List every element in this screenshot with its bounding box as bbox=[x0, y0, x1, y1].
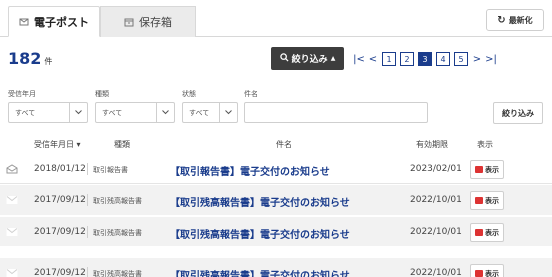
next-page-button[interactable]: > bbox=[470, 54, 484, 65]
chevron-down-icon bbox=[219, 103, 237, 122]
filter-toggle-label: 絞り込み bbox=[291, 55, 328, 65]
tab-bar: 電子ポスト 保存箱 ↻ 最新化 bbox=[0, 0, 552, 37]
category-select[interactable]: すべて bbox=[95, 102, 175, 123]
archive-box-icon bbox=[124, 17, 134, 27]
show-pdf-button[interactable]: 表示 bbox=[470, 223, 504, 242]
received-month-label: 受信年月 bbox=[8, 90, 36, 98]
row-expiry: 2023/02/01 bbox=[410, 164, 462, 174]
show-pdf-button[interactable]: 表示 bbox=[470, 160, 504, 179]
row-subject-link[interactable]: 【取引残高報告書】電子交付のお知らせ bbox=[170, 194, 350, 209]
filter-toggle-button[interactable]: 絞り込み ▲ bbox=[271, 47, 344, 70]
table-row[interactable]: 2017/09/12 取引残高報告書 【取引残高報告書】電子交付のお知らせ 20… bbox=[0, 185, 552, 215]
tab-label: 電子ポスト bbox=[34, 15, 89, 29]
page-button-4[interactable]: 4 bbox=[436, 52, 450, 66]
table-header: 受信年月日 ▾ 種類 件名 有効期限 表示 bbox=[0, 134, 552, 154]
chevron-down-icon bbox=[156, 103, 174, 122]
refresh-icon: ↻ bbox=[497, 14, 506, 26]
divider bbox=[87, 267, 88, 277]
first-page-button[interactable]: |< bbox=[352, 54, 366, 65]
status-label: 状態 bbox=[182, 90, 196, 98]
pdf-icon bbox=[475, 270, 483, 277]
show-pdf-button[interactable]: 表示 bbox=[470, 191, 504, 210]
received-month-select[interactable]: すべて bbox=[8, 102, 88, 123]
show-label: 表示 bbox=[485, 228, 499, 237]
search-icon bbox=[279, 52, 289, 65]
table-row[interactable]: 2018/01/12 取引報告書 【取引報告書】電子交付のお知らせ 2023/0… bbox=[0, 154, 552, 184]
table-row[interactable]: 2017/09/12 取引残高報告書 【取引残高報告書】電子交付のお知らせ 20… bbox=[0, 258, 552, 277]
page-button-3[interactable]: 3 bbox=[418, 52, 432, 66]
refresh-label: 最新化 bbox=[508, 15, 533, 25]
row-type: 取引報告書 bbox=[93, 166, 128, 174]
chevron-down-icon bbox=[69, 103, 87, 122]
status-select[interactable]: すべて bbox=[182, 102, 238, 123]
tab-label: 保存箱 bbox=[139, 16, 172, 29]
pdf-icon bbox=[475, 166, 483, 173]
mailbox-icon bbox=[19, 17, 29, 27]
row-date: 2017/09/12 bbox=[34, 195, 86, 205]
show-label: 表示 bbox=[485, 269, 499, 277]
page-button-5[interactable]: 5 bbox=[454, 52, 468, 66]
status-value: すべて bbox=[189, 108, 210, 117]
opened-envelope-icon bbox=[6, 164, 18, 174]
page-button-2[interactable]: 2 bbox=[400, 52, 414, 66]
pagination: |< < 1 2 3 4 5 > >| bbox=[352, 51, 498, 67]
last-page-button[interactable]: >| bbox=[484, 54, 498, 65]
row-expiry: 2022/10/01 bbox=[410, 227, 462, 237]
table-row[interactable]: 2017/09/12 取引残高報告書 【取引残高報告書】電子交付のお知らせ 20… bbox=[0, 216, 552, 246]
show-pdf-button[interactable]: 表示 bbox=[470, 264, 504, 277]
pdf-icon bbox=[475, 197, 483, 204]
closed-envelope-icon bbox=[6, 268, 18, 277]
closed-envelope-icon bbox=[6, 227, 18, 237]
row-subject-link[interactable]: 【取引残高報告書】電子交付のお知らせ bbox=[170, 226, 350, 241]
divider bbox=[87, 226, 88, 238]
row-date: 2018/01/12 bbox=[34, 164, 86, 174]
row-expiry: 2022/10/01 bbox=[410, 268, 462, 277]
header-show: 表示 bbox=[477, 140, 493, 149]
category-value: すべて bbox=[102, 108, 123, 117]
subject-input[interactable] bbox=[244, 102, 428, 123]
row-type: 取引残高報告書 bbox=[93, 270, 142, 277]
caret-down-icon: ▲ bbox=[330, 55, 336, 62]
show-label: 表示 bbox=[485, 165, 499, 174]
header-expiry: 有効期限 bbox=[416, 140, 448, 149]
tab-archive[interactable]: 保存箱 bbox=[100, 6, 196, 37]
header-subject: 件名 bbox=[276, 140, 292, 149]
row-expiry: 2022/10/01 bbox=[410, 195, 462, 205]
apply-filter-button[interactable]: 絞り込み bbox=[493, 102, 543, 124]
received-month-value: すべて bbox=[15, 108, 36, 117]
result-count: 182 件 bbox=[8, 49, 52, 68]
count-unit: 件 bbox=[44, 57, 53, 66]
count-number: 182 bbox=[8, 49, 42, 68]
row-subject-link[interactable]: 【取引報告書】電子交付のお知らせ bbox=[170, 163, 330, 178]
closed-envelope-icon bbox=[6, 195, 18, 205]
header-type: 種類 bbox=[114, 140, 130, 149]
row-type: 取引残高報告書 bbox=[93, 229, 142, 237]
subject-label: 件名 bbox=[244, 90, 258, 98]
category-label: 種類 bbox=[95, 90, 109, 98]
row-subject-link[interactable]: 【取引残高報告書】電子交付のお知らせ bbox=[170, 267, 350, 277]
tab-e-post[interactable]: 電子ポスト bbox=[8, 6, 100, 37]
prev-page-button[interactable]: < bbox=[366, 54, 380, 65]
pdf-icon bbox=[475, 229, 483, 236]
row-type: 取引残高報告書 bbox=[93, 197, 142, 205]
header-date[interactable]: 受信年月日 ▾ bbox=[34, 139, 81, 150]
row-date: 2017/09/12 bbox=[34, 227, 86, 237]
refresh-button[interactable]: ↻ 最新化 bbox=[486, 9, 544, 31]
show-label: 表示 bbox=[485, 196, 499, 205]
page-button-1[interactable]: 1 bbox=[382, 52, 396, 66]
divider bbox=[87, 194, 88, 206]
divider bbox=[87, 163, 88, 175]
row-date: 2017/09/12 bbox=[34, 268, 86, 277]
